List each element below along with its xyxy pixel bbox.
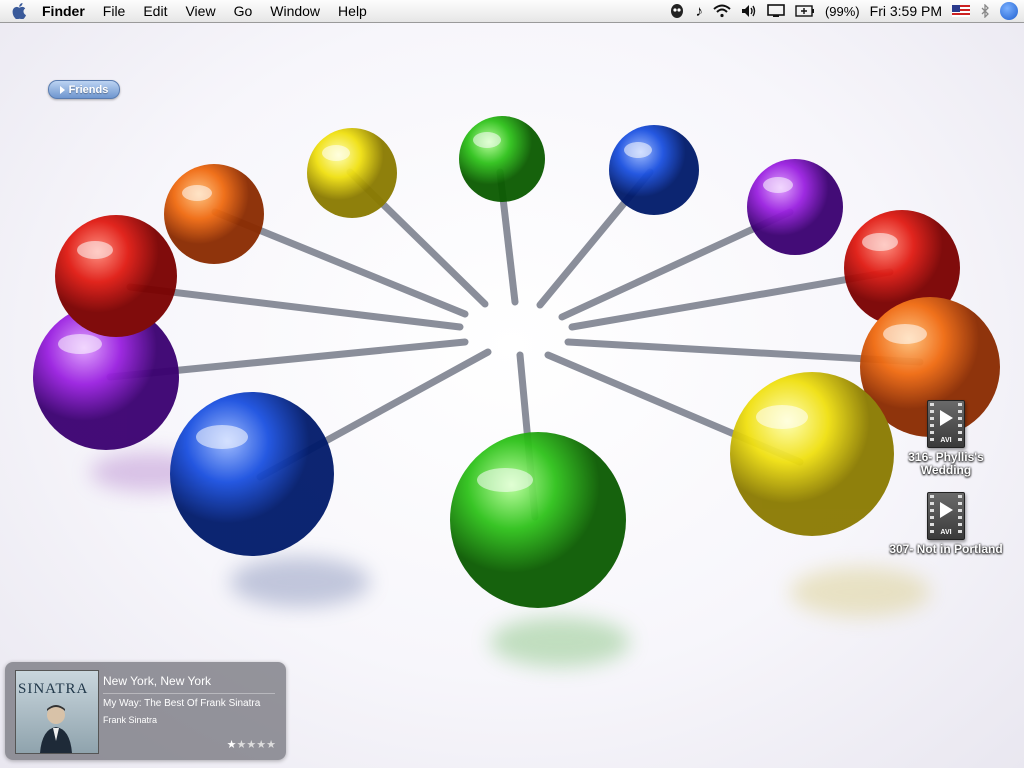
apple-menu-icon[interactable] xyxy=(0,0,38,22)
star-rating[interactable]: ★★★★★ xyxy=(227,738,276,751)
album-cover-text: SINATRA xyxy=(18,681,89,697)
input-menu-flag-icon[interactable] xyxy=(952,5,970,17)
file-type-tag: AVI xyxy=(940,437,952,444)
friends-label: Friends xyxy=(68,83,109,96)
song-title: New York, New York xyxy=(103,674,212,688)
menu-window[interactable]: Window xyxy=(261,0,329,22)
battery-percent: (99%) xyxy=(824,3,860,19)
friends-button[interactable]: Friends xyxy=(48,80,120,99)
menubar-clock[interactable]: Fri 3:59 PM xyxy=(870,3,942,19)
album-cover[interactable]: SINATRA xyxy=(15,670,99,754)
menu-extras: ♪ (99%) Fri 3:59 PM xyxy=(659,0,1024,22)
battery-icon[interactable] xyxy=(795,5,815,17)
star-icon[interactable]: ★ xyxy=(237,739,247,751)
menu-view[interactable]: View xyxy=(176,0,224,22)
now-playing-widget[interactable]: SINATRA New York, New York My Way: The B… xyxy=(5,662,286,760)
desktop-file-avi-1[interactable]: AVI 316- Phyllis's Wedding xyxy=(886,400,1006,477)
avi-video-file-icon: AVI xyxy=(927,492,965,540)
desktop-wallpaper xyxy=(33,116,1000,667)
album-cover-portrait xyxy=(40,705,72,753)
star-icon[interactable]: ★ xyxy=(256,739,266,751)
file-type-tag: AVI xyxy=(940,529,952,536)
avi-video-file-icon: AVI xyxy=(927,400,965,448)
star-icon[interactable]: ★ xyxy=(266,739,276,751)
desktop-file-label: 307- Not in Portland xyxy=(889,542,1003,556)
divider xyxy=(103,693,275,694)
menu-go[interactable]: Go xyxy=(225,0,262,22)
menu-edit[interactable]: Edit xyxy=(134,0,176,22)
disclosure-triangle-icon xyxy=(59,85,65,94)
menu-app-finder[interactable]: Finder xyxy=(38,0,94,22)
wifi-icon[interactable] xyxy=(713,4,731,18)
menu-file[interactable]: File xyxy=(94,0,135,22)
display-icon[interactable] xyxy=(767,4,785,18)
spotlight-icon[interactable] xyxy=(1000,2,1018,20)
menu-bar: Finder File Edit View Go Window Help ♪ (… xyxy=(0,0,1024,23)
bluetooth-icon[interactable] xyxy=(980,4,990,18)
menu-help[interactable]: Help xyxy=(329,0,376,22)
star-icon[interactable]: ★ xyxy=(227,739,237,751)
desktop-file-label: 316- Phyllis's Wedding xyxy=(908,450,984,477)
music-note-icon[interactable]: ♪ xyxy=(695,3,703,20)
star-icon[interactable]: ★ xyxy=(246,739,256,751)
alien-icon[interactable] xyxy=(669,3,685,19)
desktop-file-avi-2[interactable]: AVI 307- Not in Portland xyxy=(886,492,1006,556)
album-title: My Way: The Best Of Frank Sinatra xyxy=(103,698,261,709)
artist-name: Frank Sinatra xyxy=(103,715,158,725)
volume-icon[interactable] xyxy=(741,4,757,18)
